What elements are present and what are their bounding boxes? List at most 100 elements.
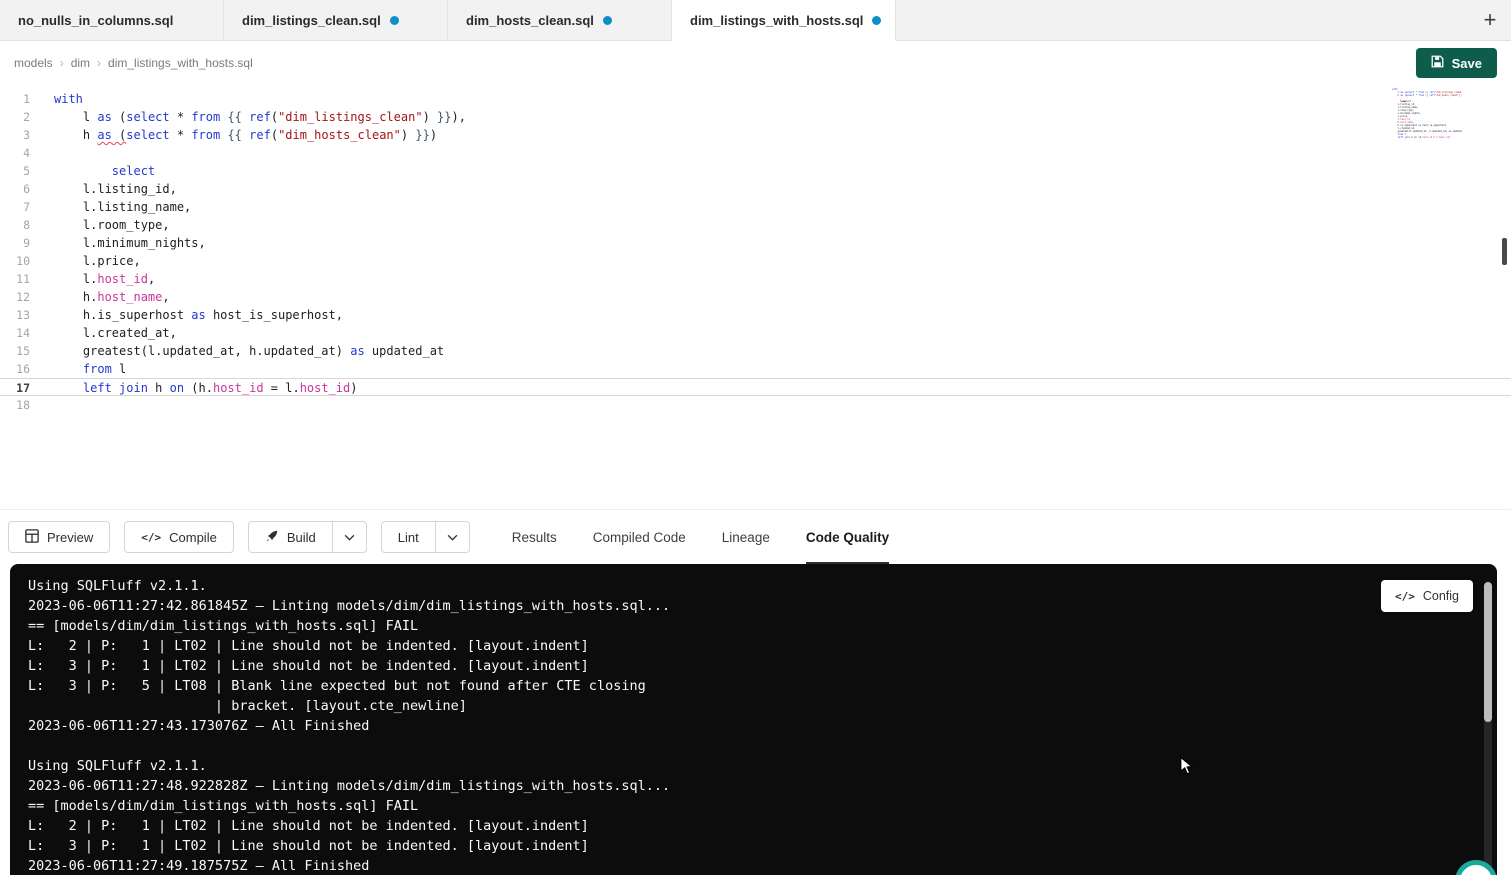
editor-tab[interactable]: dim_listings_clean.sql [224, 0, 448, 41]
breadcrumb-item[interactable]: models [14, 56, 53, 70]
unsaved-dot-icon [603, 16, 612, 25]
editor-tab[interactable]: dim_hosts_clean.sql [448, 0, 672, 41]
code-icon: </> [141, 531, 161, 544]
code-text: with [30, 90, 83, 108]
build-button[interactable]: Build [248, 521, 333, 553]
line-number: 7 [0, 198, 30, 216]
line-number: 10 [0, 252, 30, 270]
editor-tab[interactable]: dim_listings_with_hosts.sql [672, 0, 896, 41]
line-number: 17 [0, 379, 30, 395]
code-line[interactable]: 11 l.host_id, [0, 270, 1511, 288]
lint-button[interactable]: Lint [381, 521, 436, 553]
terminal-scrollbar[interactable] [1484, 582, 1492, 873]
breadcrumb-item[interactable]: dim_listings_with_hosts.sql [108, 56, 253, 70]
preview-grid-icon [25, 529, 39, 546]
code-line[interactable]: 16 from l [0, 360, 1511, 378]
lint-split-button: Lint [381, 521, 470, 553]
line-number: 14 [0, 324, 30, 342]
breadcrumb-item[interactable]: dim [71, 56, 90, 70]
code-line[interactable]: 13 h.is_superhost as host_is_superhost, [0, 306, 1511, 324]
breadcrumb: models › dim › dim_listings_with_hosts.sql [14, 56, 253, 70]
line-number: 18 [0, 396, 30, 414]
code-line[interactable]: 4 [0, 144, 1511, 162]
code-line[interactable]: 5 select [0, 162, 1511, 180]
lint-dropdown-chevron[interactable] [436, 521, 470, 553]
code-line[interactable]: 12 h.host_name, [0, 288, 1511, 306]
line-number: 9 [0, 234, 30, 252]
code-text: select [30, 162, 155, 180]
terminal-scrollbar-thumb[interactable] [1484, 582, 1492, 722]
terminal-output: Using SQLFluff v2.1.1. 2023-06-06T11:27:… [28, 576, 1479, 875]
code-line[interactable]: 15 greatest(l.updated_at, h.updated_at) … [0, 342, 1511, 360]
line-number: 11 [0, 270, 30, 288]
line-number: 15 [0, 342, 30, 360]
save-button[interactable]: Save [1416, 48, 1497, 78]
line-number: 12 [0, 288, 30, 306]
code-line[interactable]: 9 l.minimum_nights, [0, 234, 1511, 252]
code-line[interactable]: 18 [0, 396, 1511, 414]
build-dropdown-chevron[interactable] [333, 521, 367, 553]
code-line[interactable]: 3 h as (select * from {{ ref("dim_hosts_… [0, 126, 1511, 144]
tab-label: no_nulls_in_columns.sql [18, 13, 173, 28]
code-line [1390, 139, 1462, 142]
code-line[interactable]: 14 l.created_at, [0, 324, 1511, 342]
code-text: greatest(l.updated_at, h.updated_at) as … [30, 342, 444, 360]
code-text: l.price, [30, 252, 141, 270]
breadcrumb-separator-icon: › [97, 56, 101, 70]
code-lines: 1with2 l as (select * from {{ ref("dim_l… [0, 90, 1511, 414]
new-tab-button[interactable]: + [1469, 0, 1511, 40]
line-number: 5 [0, 162, 30, 180]
code-line[interactable]: 1with [0, 90, 1511, 108]
config-label: Config [1423, 589, 1459, 603]
breadcrumb-separator-icon: › [60, 56, 64, 70]
panel-tab-results[interactable]: Results [512, 510, 557, 564]
code-text [30, 144, 61, 162]
preview-label: Preview [47, 530, 93, 545]
config-button[interactable]: </> Config [1381, 580, 1473, 612]
code-text: l as (select * from {{ ref("dim_listings… [30, 108, 466, 126]
line-number: 4 [0, 144, 30, 162]
code-text: h as (select * from {{ ref("dim_hosts_cl… [30, 126, 437, 144]
code-text: l.listing_name, [30, 198, 191, 216]
editor-tab[interactable]: no_nulls_in_columns.sql [0, 0, 224, 41]
code-text [30, 396, 61, 414]
line-number: 16 [0, 360, 30, 378]
code-line[interactable]: 8 l.room_type, [0, 216, 1511, 234]
line-number: 2 [0, 108, 30, 126]
code-line[interactable]: 6 l.listing_id, [0, 180, 1511, 198]
panel-tab-code-quality[interactable]: Code Quality [806, 510, 889, 564]
panel-tab-compiled-code[interactable]: Compiled Code [593, 510, 686, 564]
code-text: l.minimum_nights, [30, 234, 206, 252]
lint-output-terminal[interactable]: Using SQLFluff v2.1.1. 2023-06-06T11:27:… [10, 564, 1497, 875]
line-number: 13 [0, 306, 30, 324]
code-editor[interactable]: 1with2 l as (select * from {{ ref("dim_l… [0, 85, 1511, 509]
code-icon: </> [1395, 590, 1415, 603]
panel-tabs: Results Compiled Code Lineage Code Quality [512, 510, 889, 564]
code-line[interactable]: 7 l.listing_name, [0, 198, 1511, 216]
line-number: 1 [0, 90, 30, 108]
line-number: 3 [0, 126, 30, 144]
code-text: l.listing_id, [30, 180, 177, 198]
unsaved-dot-icon [390, 16, 399, 25]
code-line[interactable]: 17 left join h on (h.host_id = l.host_id… [0, 378, 1511, 396]
line-number: 8 [0, 216, 30, 234]
code-line[interactable]: 10 l.price, [0, 252, 1511, 270]
unsaved-dot-icon [872, 16, 881, 25]
editor-tab-bar: no_nulls_in_columns.sql dim_listings_clea… [0, 0, 1511, 41]
code-text: h as (select * from {{ ref("dim_hosts_cl… [1390, 94, 1462, 97]
code-text: h.host_name, [30, 288, 170, 306]
code-line: h as (select * from {{ ref("dim_hosts_cl… [1390, 94, 1462, 97]
code-text: l.created_at, [30, 324, 177, 342]
compile-button[interactable]: </> Compile [124, 521, 234, 553]
compile-label: Compile [169, 530, 217, 545]
code-text: left join h on (h.host_id = l.host_id) [30, 379, 358, 395]
minimap[interactable]: with l as (select * from {{ ref("dim_lis… [1390, 88, 1462, 142]
editor-scrollbar[interactable] [1502, 238, 1507, 265]
build-label: Build [287, 530, 316, 545]
panel-tab-lineage[interactable]: Lineage [722, 510, 770, 564]
lint-label: Lint [398, 530, 419, 545]
code-text: h.is_superhost as host_is_superhost, [30, 306, 343, 324]
code-line[interactable]: 2 l as (select * from {{ ref("dim_listin… [0, 108, 1511, 126]
save-icon [1431, 55, 1444, 71]
preview-button[interactable]: Preview [8, 521, 110, 553]
